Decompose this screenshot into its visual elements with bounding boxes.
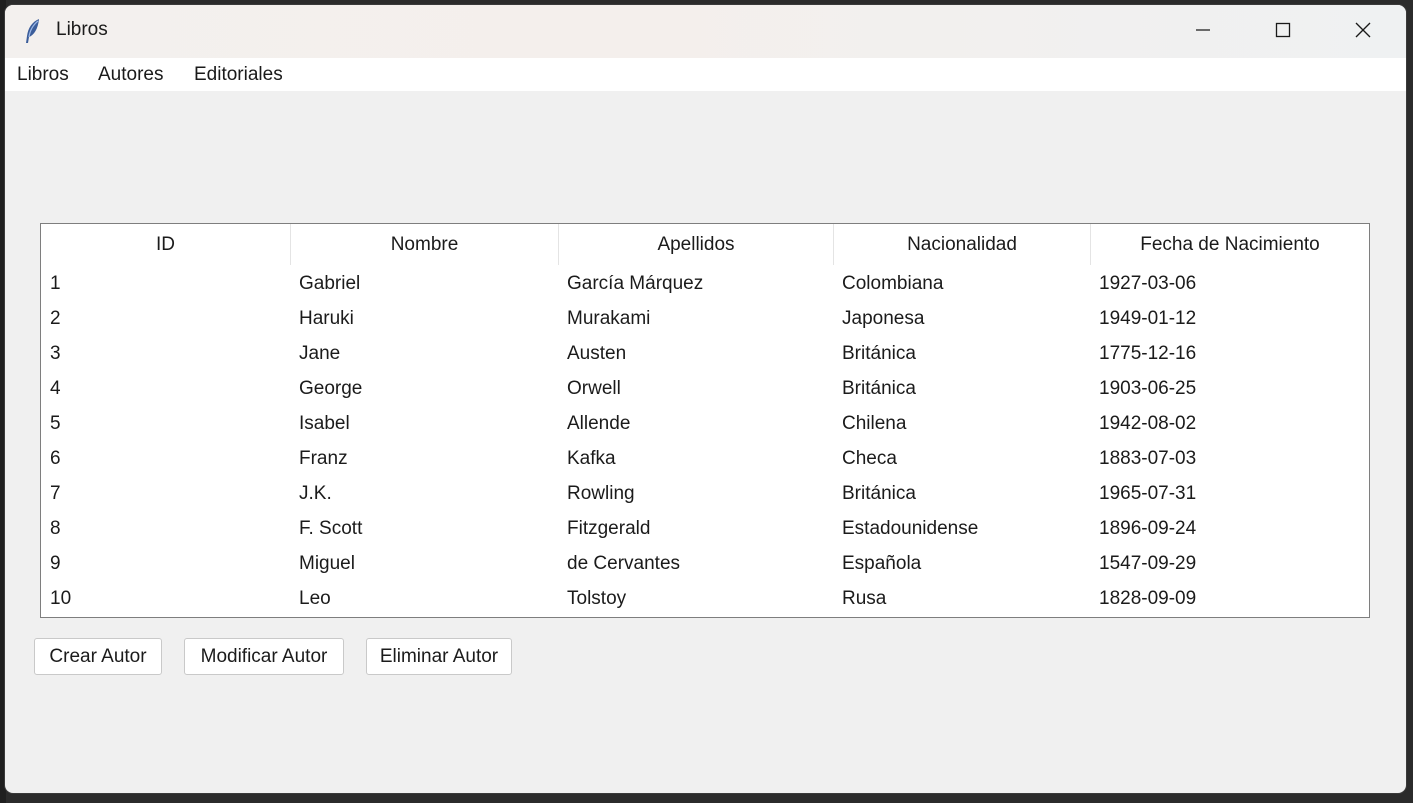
window-title: Libros — [56, 19, 108, 40]
cell-id: 6 — [50, 448, 61, 469]
table-row[interactable]: 9 Miguel de Cervantes Española 1547-09-2… — [41, 546, 1369, 581]
cell-fecha: 1775-12-16 — [1099, 343, 1197, 364]
table-row[interactable]: 3 Jane Austen Británica 1775-12-16 — [41, 336, 1369, 371]
feather-icon — [23, 18, 43, 44]
cell-nombre: Leo — [299, 588, 331, 609]
cell-fecha: 1927-03-06 — [1099, 273, 1197, 294]
cell-apellidos: Kafka — [567, 448, 616, 469]
cell-id: 2 — [50, 308, 61, 329]
table-row[interactable]: 1 Gabriel García Márquez Colombiana 1927… — [41, 266, 1369, 301]
cell-nacionalidad: Rusa — [842, 588, 887, 609]
cell-nacionalidad: Británica — [842, 378, 916, 399]
table-row[interactable]: 4 George Orwell Británica 1903-06-25 — [41, 371, 1369, 406]
cell-nacionalidad: Británica — [842, 343, 916, 364]
cell-id: 4 — [50, 378, 61, 399]
table-row[interactable]: 8 F. Scott Fitzgerald Estadounidense 189… — [41, 511, 1369, 546]
table-row[interactable]: 7 J.K. Rowling Británica 1965-07-31 — [41, 476, 1369, 511]
maximize-button[interactable] — [1243, 5, 1323, 58]
cell-id: 10 — [50, 588, 72, 609]
cell-fecha: 1942-08-02 — [1099, 413, 1197, 434]
autores-table[interactable]: ID Nombre Apellidos Nacionalidad Fecha d… — [40, 223, 1370, 618]
cell-nombre: Gabriel — [299, 273, 361, 294]
cell-nacionalidad: Estadounidense — [842, 518, 979, 539]
column-header-apellidos[interactable]: Apellidos — [559, 224, 834, 265]
cell-nacionalidad: Colombiana — [842, 273, 944, 294]
menu-editoriales[interactable]: Editoriales — [194, 64, 283, 86]
maximize-icon — [1275, 22, 1291, 42]
menu-libros[interactable]: Libros — [17, 64, 69, 86]
cell-nacionalidad: Chilena — [842, 413, 907, 434]
cell-id: 7 — [50, 483, 61, 504]
cell-nacionalidad: Española — [842, 553, 922, 574]
cell-nacionalidad: Japonesa — [842, 308, 925, 329]
cell-apellidos: Orwell — [567, 378, 621, 399]
cell-id: 3 — [50, 343, 61, 364]
cell-apellidos: Murakami — [567, 308, 651, 329]
crear-autor-button[interactable]: Crear Autor — [34, 638, 162, 675]
cell-nacionalidad: Británica — [842, 483, 916, 504]
cell-nombre: Jane — [299, 343, 341, 364]
cell-apellidos: García Márquez — [567, 273, 704, 294]
cell-nombre: George — [299, 378, 363, 399]
menu-autores[interactable]: Autores — [98, 64, 163, 86]
table-row[interactable]: 10 Leo Tolstoy Rusa 1828-09-09 — [41, 581, 1369, 616]
cell-apellidos: Allende — [567, 413, 631, 434]
column-header-fecha[interactable]: Fecha de Nacimiento — [1091, 224, 1369, 265]
cell-apellidos: Rowling — [567, 483, 635, 504]
column-header-nombre[interactable]: Nombre — [291, 224, 559, 265]
cell-fecha: 1883-07-03 — [1099, 448, 1197, 469]
minimize-button[interactable] — [1163, 5, 1243, 58]
cell-id: 5 — [50, 413, 61, 434]
menu-bar: Libros Autores Editoriales — [5, 58, 1406, 91]
title-bar[interactable]: Libros — [5, 5, 1406, 58]
cell-nacionalidad: Checa — [842, 448, 897, 469]
cell-id: 8 — [50, 518, 61, 539]
minimize-icon — [1195, 22, 1211, 42]
app-window: Libros Libros Autores Editoriales ID Nom… — [5, 5, 1406, 793]
close-button[interactable] — [1323, 5, 1403, 58]
cell-apellidos: de Cervantes — [567, 553, 681, 574]
table-header: ID Nombre Apellidos Nacionalidad Fecha d… — [41, 224, 1369, 265]
table-row[interactable]: 5 Isabel Allende Chilena 1942-08-02 — [41, 406, 1369, 441]
cell-fecha: 1828-09-09 — [1099, 588, 1197, 609]
cell-fecha: 1547-09-29 — [1099, 553, 1197, 574]
cell-apellidos: Tolstoy — [567, 588, 627, 609]
column-header-nacionalidad[interactable]: Nacionalidad — [834, 224, 1091, 265]
cell-fecha: 1965-07-31 — [1099, 483, 1197, 504]
cell-nombre: J.K. — [299, 483, 332, 504]
eliminar-autor-button[interactable]: Eliminar Autor — [366, 638, 512, 675]
modificar-autor-button[interactable]: Modificar Autor — [184, 638, 344, 675]
cell-apellidos: Austen — [567, 343, 627, 364]
table-row[interactable]: 2 Haruki Murakami Japonesa 1949-01-12 — [41, 301, 1369, 336]
cell-nombre: Miguel — [299, 553, 355, 574]
cell-nombre: Franz — [299, 448, 348, 469]
table-row[interactable]: 6 Franz Kafka Checa 1883-07-03 — [41, 441, 1369, 476]
cell-id: 1 — [50, 273, 61, 294]
close-icon — [1354, 21, 1372, 43]
cell-nombre: F. Scott — [299, 518, 363, 539]
cell-nombre: Haruki — [299, 308, 354, 329]
cell-fecha: 1903-06-25 — [1099, 378, 1197, 399]
cell-apellidos: Fitzgerald — [567, 518, 651, 539]
cell-fecha: 1896-09-24 — [1099, 518, 1197, 539]
cell-id: 9 — [50, 553, 61, 574]
column-header-id[interactable]: ID — [41, 224, 291, 265]
cell-fecha: 1949-01-12 — [1099, 308, 1197, 329]
cell-nombre: Isabel — [299, 413, 350, 434]
